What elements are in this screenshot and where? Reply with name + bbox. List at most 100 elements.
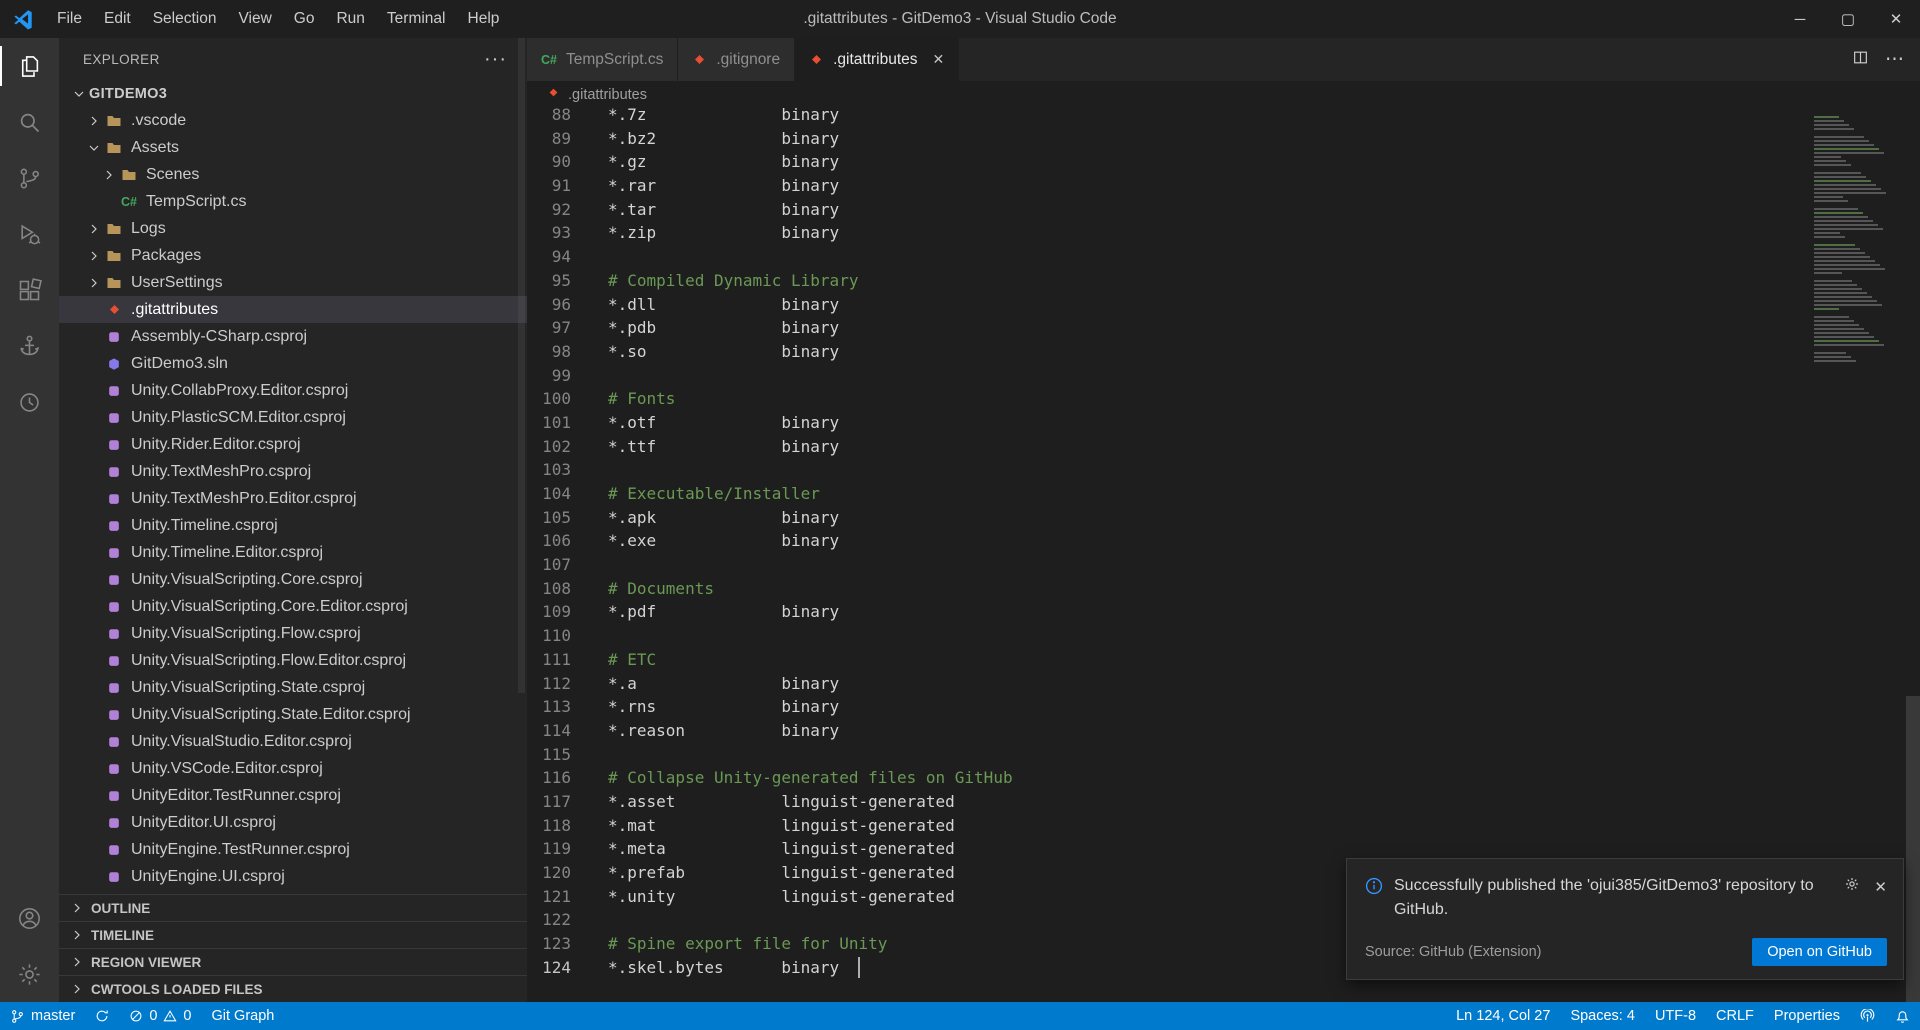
notification-gear-icon[interactable]: [1844, 876, 1860, 897]
close-button[interactable]: ✕: [1872, 0, 1920, 38]
chevron-right-icon[interactable]: [84, 111, 104, 131]
editor-line[interactable]: 108 # Documents: [527, 577, 1790, 601]
editor-line[interactable]: 99: [527, 364, 1790, 388]
editor-line[interactable]: 100 # Fonts: [527, 387, 1790, 411]
editor-line[interactable]: 105 *.apk binary: [527, 506, 1790, 530]
tree-item[interactable]: Unity.PlasticSCM.Editor.csproj: [59, 404, 527, 431]
editor-line[interactable]: 96 *.dll binary: [527, 293, 1790, 317]
editor-line[interactable]: 91 *.rar binary: [527, 174, 1790, 198]
tree-item[interactable]: Unity.Timeline.csproj: [59, 512, 527, 539]
extensions-icon[interactable]: [0, 262, 59, 318]
editor-line[interactable]: 101 *.otf binary: [527, 411, 1790, 435]
editor-line[interactable]: 116 # Collapse Unity-generated files on G…: [527, 766, 1790, 790]
tree-item[interactable]: Assembly-CSharp.csproj: [59, 323, 527, 350]
split-editor-icon[interactable]: [1852, 49, 1869, 71]
settings-gear-icon[interactable]: [0, 946, 59, 1002]
menu-file[interactable]: File: [46, 0, 93, 38]
chevron-down-icon[interactable]: [84, 138, 104, 158]
branch-indicator[interactable]: master: [0, 1002, 85, 1030]
editor-line[interactable]: 106 *.exe binary: [527, 529, 1790, 553]
editor-line[interactable]: 90 *.gz binary: [527, 150, 1790, 174]
tree-item[interactable]: Unity.VisualScripting.Flow.Editor.csproj: [59, 647, 527, 674]
tree-item[interactable]: C# TempScript.cs: [59, 188, 527, 215]
editor-line[interactable]: 115: [527, 743, 1790, 767]
source-control-icon[interactable]: [0, 150, 59, 206]
tree-item[interactable]: Assets: [59, 134, 527, 161]
editor-line[interactable]: 111 # ETC: [527, 648, 1790, 672]
tree-item[interactable]: Unity.CollabProxy.Editor.csproj: [59, 377, 527, 404]
menu-view[interactable]: View: [227, 0, 282, 38]
cursor-position[interactable]: Ln 124, Col 27: [1446, 1002, 1560, 1030]
tree-item[interactable]: UnityEditor.UI.csproj: [59, 809, 527, 836]
menu-help[interactable]: Help: [457, 0, 511, 38]
minimize-button[interactable]: ─: [1776, 0, 1824, 38]
editor-line[interactable]: 103: [527, 458, 1790, 482]
tree-root-gitdemo3[interactable]: GITDEMO3: [59, 80, 527, 107]
indentation-indicator[interactable]: Spaces: 4: [1560, 1002, 1645, 1030]
panel-region-viewer[interactable]: REGION VIEWER: [59, 948, 527, 975]
git-graph-button[interactable]: Git Graph: [201, 1002, 284, 1030]
editor-line[interactable]: 107: [527, 553, 1790, 577]
editor-line[interactable]: 117 *.asset linguist-generated: [527, 790, 1790, 814]
editor-line[interactable]: 89 *.bz2 binary: [527, 127, 1790, 151]
open-on-github-button[interactable]: Open on GitHub: [1752, 938, 1887, 966]
menu-terminal[interactable]: Terminal: [376, 0, 457, 38]
editor-line[interactable]: 118 *.mat linguist-generated: [527, 814, 1790, 838]
chevron-right-icon[interactable]: [84, 219, 104, 239]
tree-item[interactable]: Unity.Timeline.Editor.csproj: [59, 539, 527, 566]
notifications-bell-icon[interactable]: [1885, 1002, 1920, 1030]
sidebar-scrollbar[interactable]: [518, 38, 525, 693]
tree-item[interactable]: Unity.VisualScripting.State.Editor.cspro…: [59, 701, 527, 728]
problems-indicator[interactable]: 0 0: [119, 1002, 201, 1030]
menu-selection[interactable]: Selection: [142, 0, 228, 38]
tree-item[interactable]: Unity.VisualStudio.Editor.csproj: [59, 728, 527, 755]
tab-gitignore[interactable]: .gitignore: [678, 38, 796, 81]
chevron-right-icon[interactable]: [84, 246, 104, 266]
tree-item[interactable]: Unity.VisualScripting.Core.Editor.csproj: [59, 593, 527, 620]
menu-run[interactable]: Run: [325, 0, 375, 38]
editor-line[interactable]: 102 *.ttf binary: [527, 435, 1790, 459]
tree-item[interactable]: Unity.VSCode.Editor.csproj: [59, 755, 527, 782]
broadcast-icon[interactable]: [1850, 1002, 1885, 1030]
tree-item[interactable]: Unity.VisualScripting.State.csproj: [59, 674, 527, 701]
minimap[interactable]: [1810, 116, 1902, 364]
editor-line[interactable]: 110: [527, 624, 1790, 648]
editor-line[interactable]: 112 *.a binary: [527, 672, 1790, 696]
tree-item[interactable]: UnityEditor.TestRunner.csproj: [59, 782, 527, 809]
tree-item[interactable]: Unity.VisualScripting.Flow.csproj: [59, 620, 527, 647]
editor-line[interactable]: 94: [527, 245, 1790, 269]
tree-item[interactable]: UnityEngine.UI.csproj: [59, 863, 527, 890]
editor-line[interactable]: 114 *.reason binary: [527, 719, 1790, 743]
tree-item[interactable]: Scenes: [59, 161, 527, 188]
encoding-indicator[interactable]: UTF-8: [1645, 1002, 1706, 1030]
editor-line[interactable]: 109 *.pdf binary: [527, 600, 1790, 624]
breadcrumb[interactable]: .gitattributes: [527, 81, 1920, 108]
run-and-debug-icon[interactable]: [0, 206, 59, 262]
tree-item[interactable]: UserSettings: [59, 269, 527, 296]
editor-line[interactable]: 98 *.so binary: [527, 340, 1790, 364]
editor-line[interactable]: 97 *.pdb binary: [527, 316, 1790, 340]
panel-cwtools-loaded-files[interactable]: CWTOOLS LOADED FILES: [59, 975, 527, 1002]
account-icon[interactable]: [0, 890, 59, 946]
more-actions-icon[interactable]: ⋯: [1885, 48, 1904, 71]
tree-item[interactable]: Unity.VisualScripting.Core.csproj: [59, 566, 527, 593]
tree-item[interactable]: UnityEngine.TestRunner.csproj: [59, 836, 527, 863]
editor-line[interactable]: 92 *.tar binary: [527, 198, 1790, 222]
explorer-actions-icon[interactable]: ···: [484, 48, 507, 71]
notification-close-icon[interactable]: ✕: [1874, 878, 1887, 896]
tree-item[interactable]: Logs: [59, 215, 527, 242]
tree-item[interactable]: GitDemo3.sln: [59, 350, 527, 377]
chevron-down-icon[interactable]: [69, 84, 89, 104]
menu-edit[interactable]: Edit: [93, 0, 142, 38]
sync-icon[interactable]: [85, 1002, 119, 1030]
tree-item[interactable]: .gitattributes: [59, 296, 527, 323]
chevron-right-icon[interactable]: [84, 273, 104, 293]
tree-item[interactable]: .vscode: [59, 107, 527, 134]
tree-item[interactable]: Unity.Rider.Editor.csproj: [59, 431, 527, 458]
tab-tempscript-cs[interactable]: C# TempScript.cs: [527, 38, 679, 81]
tab-close-icon[interactable]: ✕: [933, 51, 945, 68]
editor-line[interactable]: 88 *.7z binary: [527, 108, 1790, 127]
explorer-icon[interactable]: [0, 38, 59, 94]
tree-item[interactable]: Packages: [59, 242, 527, 269]
clock-tool-icon[interactable]: [0, 374, 59, 430]
